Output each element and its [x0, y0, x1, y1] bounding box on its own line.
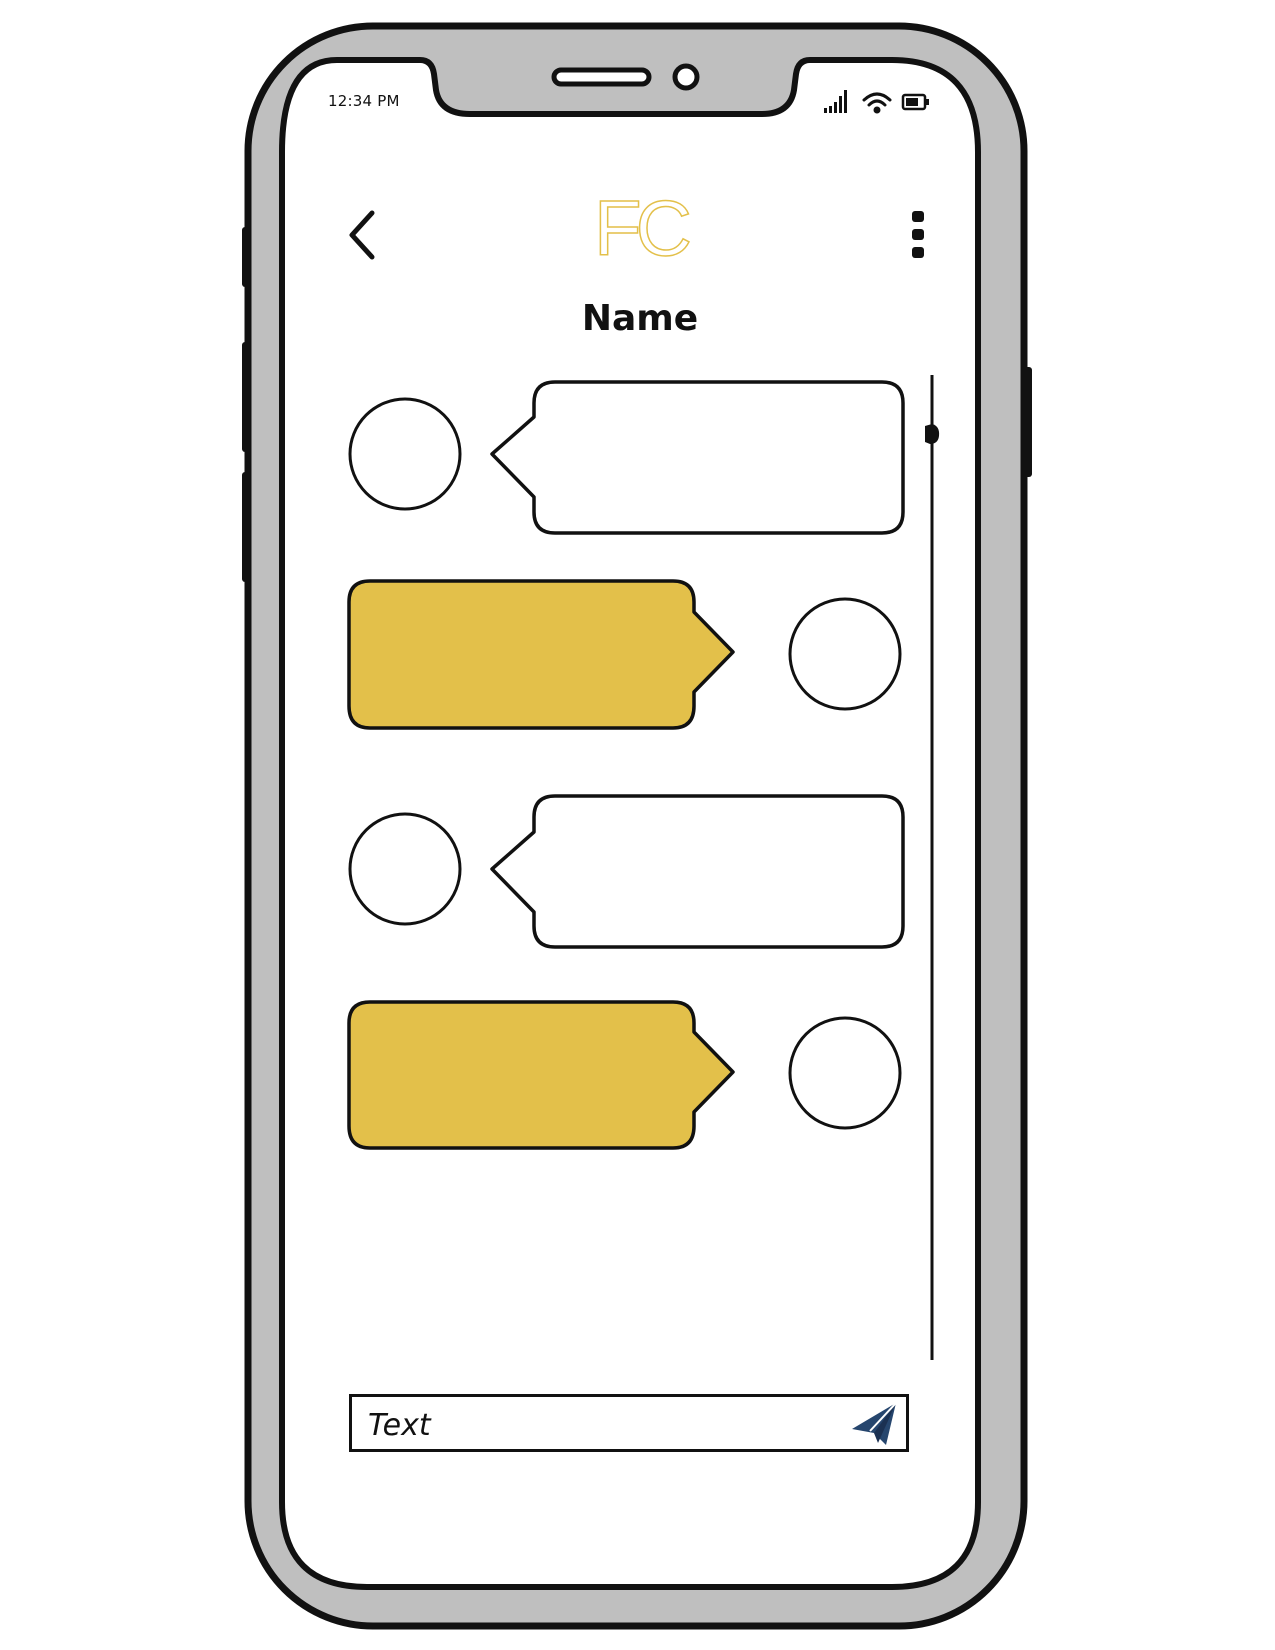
- avatar[interactable]: [788, 1016, 902, 1130]
- scrollbar-thumb[interactable]: [925, 424, 940, 444]
- avatar[interactable]: [788, 597, 902, 711]
- outgoing-message-bubble[interactable]: [347, 579, 735, 730]
- paper-plane-icon: [852, 1402, 897, 1445]
- chevron-left-icon: [349, 210, 375, 260]
- more-vertical-icon: [912, 211, 924, 258]
- speaker-grille: [551, 67, 652, 87]
- message-scrollbar[interactable]: [922, 370, 942, 1370]
- send-button[interactable]: [848, 1399, 900, 1449]
- back-button[interactable]: [340, 205, 390, 265]
- avatar[interactable]: [348, 397, 462, 511]
- chat-contact-name: Name: [581, 298, 699, 339]
- front-camera: [672, 63, 700, 91]
- more-menu-button[interactable]: [900, 205, 936, 265]
- app-logo: FC: [593, 184, 692, 272]
- message-composer: [349, 1394, 909, 1452]
- status-time: 12:34 PM: [328, 92, 400, 110]
- incoming-message-bubble[interactable]: [490, 380, 905, 535]
- outgoing-message-bubble[interactable]: [347, 1000, 735, 1150]
- avatar[interactable]: [348, 812, 462, 926]
- incoming-message-bubble[interactable]: [490, 794, 905, 949]
- message-input[interactable]: [366, 1402, 840, 1448]
